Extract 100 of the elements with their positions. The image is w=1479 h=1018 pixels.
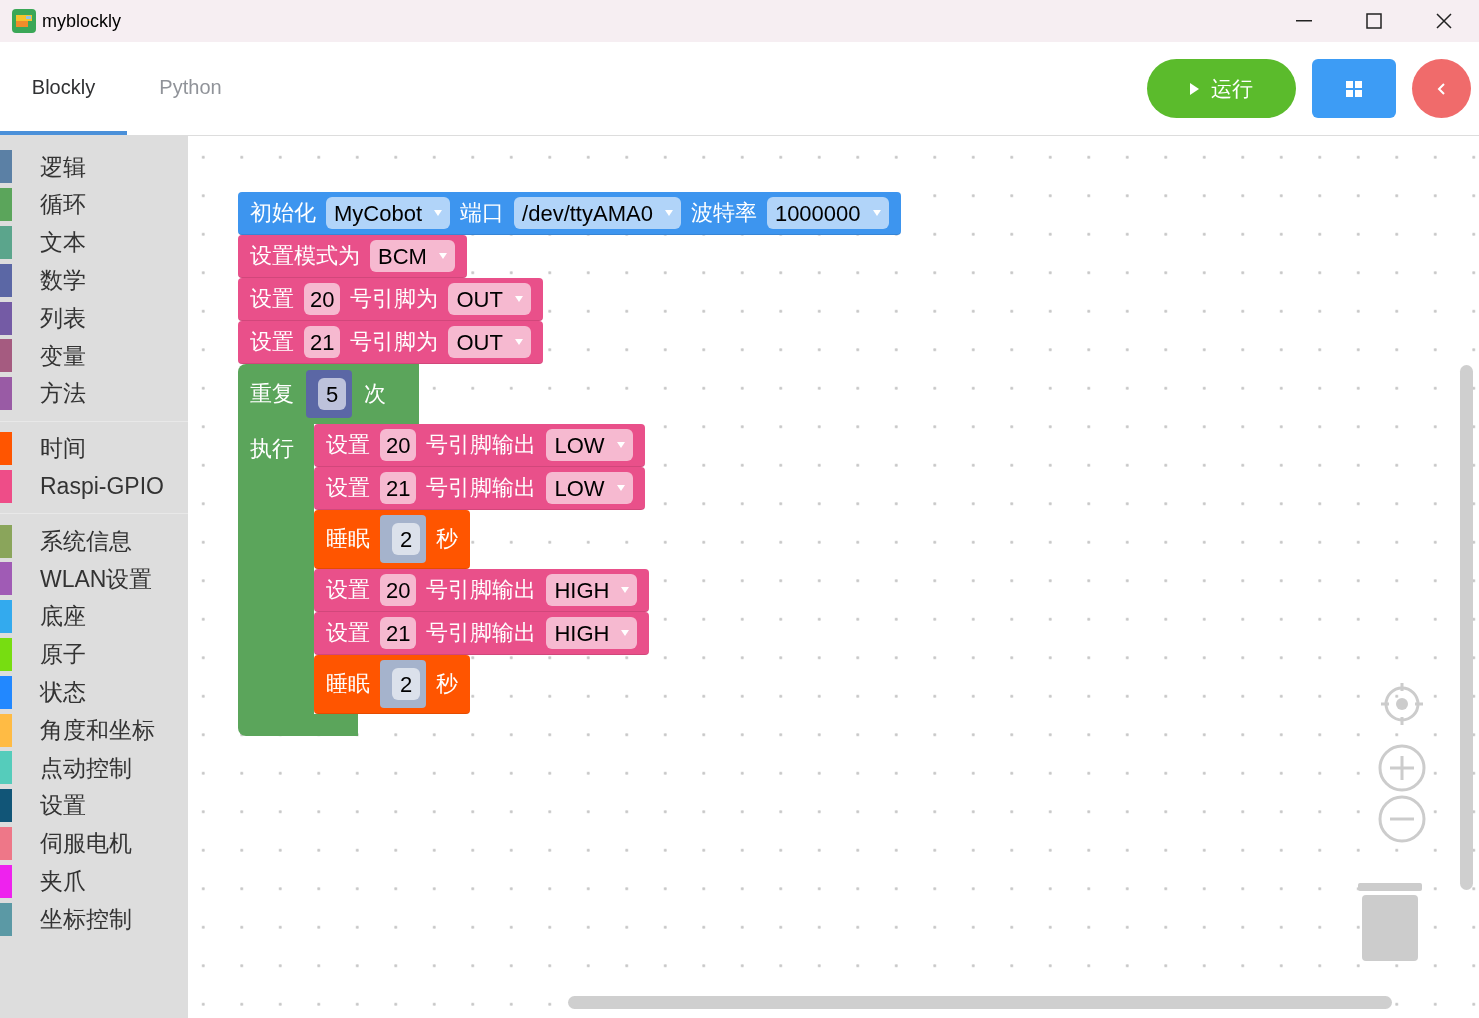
category-item[interactable]: 角度和坐标 bbox=[40, 712, 155, 748]
zoom-in-icon[interactable] bbox=[1378, 744, 1426, 792]
block-label: 号引脚输出 bbox=[426, 622, 537, 644]
category-item[interactable]: 时间 bbox=[40, 431, 86, 466]
block-dropdown[interactable]: LOW bbox=[546, 472, 633, 504]
category-item[interactable]: WLAN设置 bbox=[40, 561, 153, 597]
grid-icon bbox=[1346, 80, 1362, 97]
caret-icon bbox=[621, 587, 630, 593]
caret-icon bbox=[872, 210, 881, 216]
category-item[interactable]: 坐标控制 bbox=[40, 901, 132, 937]
number-field[interactable]: 20 bbox=[304, 283, 341, 315]
caret-icon bbox=[514, 339, 523, 345]
category-item[interactable]: 文本 bbox=[40, 225, 86, 260]
category-item[interactable]: 夹爪 bbox=[40, 864, 86, 899]
block-dropdown[interactable]: /dev/ttyAMA0 bbox=[514, 197, 681, 229]
caret-icon bbox=[438, 253, 447, 259]
number-block[interactable]: 2 bbox=[380, 660, 427, 708]
code-block[interactable]: 设置 21 号引脚为 OUT bbox=[238, 321, 543, 364]
code-block[interactable]: 设置 21 号引脚输出 HIGH bbox=[314, 612, 650, 655]
block-label: 睡眠 bbox=[326, 673, 370, 695]
block-label: 初始化 bbox=[250, 202, 316, 224]
block-label: 端口 bbox=[460, 202, 505, 224]
code-block[interactable]: 设置 20 号引脚输出 LOW bbox=[314, 424, 645, 467]
block-label: 设置模式为 bbox=[250, 245, 360, 267]
block-label: 执行 bbox=[250, 436, 294, 461]
category-item[interactable]: 点动控制 bbox=[40, 750, 132, 786]
number-field[interactable]: 20 bbox=[380, 574, 417, 606]
trash-icon[interactable] bbox=[1358, 881, 1422, 963]
number-field[interactable]: 21 bbox=[380, 472, 417, 504]
category-item[interactable]: 方法 bbox=[40, 376, 86, 411]
code-block[interactable]: 睡眠 2 秒 bbox=[314, 510, 471, 569]
category-item[interactable]: Raspi-GPIO bbox=[40, 469, 164, 504]
horizontal-scrollbar[interactable] bbox=[568, 996, 1392, 1009]
code-block[interactable]: 设置 20 号引脚为 OUT bbox=[238, 278, 543, 321]
caret-icon bbox=[616, 442, 625, 448]
caret-icon bbox=[616, 485, 625, 491]
block-label: 秒 bbox=[436, 528, 459, 550]
category-item[interactable]: 系统信息 bbox=[40, 523, 132, 559]
category-item[interactable]: 循环 bbox=[40, 187, 86, 222]
repeat-block-header[interactable]: 重复 5 次 bbox=[238, 364, 419, 424]
category-item[interactable]: 逻辑 bbox=[40, 149, 86, 185]
block-label: 设置 bbox=[326, 477, 370, 499]
block-label: 设置 bbox=[250, 331, 294, 353]
app-logo-icon bbox=[12, 9, 36, 33]
category-item[interactable]: 伺服电机 bbox=[40, 826, 132, 861]
block-label: 重复 bbox=[250, 383, 294, 405]
vertical-scrollbar[interactable] bbox=[1460, 365, 1473, 890]
number-field[interactable]: 5 bbox=[318, 378, 347, 410]
zoom-out-icon[interactable] bbox=[1378, 795, 1426, 843]
number-field[interactable]: 21 bbox=[304, 326, 341, 358]
block-dropdown[interactable]: HIGH bbox=[546, 617, 638, 649]
maximize-icon bbox=[1366, 13, 1382, 29]
number-field[interactable]: 21 bbox=[380, 617, 417, 649]
category-item[interactable]: 列表 bbox=[40, 300, 86, 336]
caret-icon bbox=[664, 210, 673, 216]
number-block[interactable]: 2 bbox=[380, 515, 427, 563]
close-icon bbox=[1436, 13, 1452, 29]
block-label: 睡眠 bbox=[326, 528, 370, 550]
code-block[interactable]: 设置模式为 BCM bbox=[238, 235, 467, 278]
block-label: 设置 bbox=[326, 579, 370, 601]
category-item[interactable]: 数学 bbox=[40, 263, 86, 298]
caret-icon bbox=[514, 296, 523, 302]
block-dropdown[interactable]: HIGH bbox=[546, 574, 638, 606]
repeat-block-foot[interactable] bbox=[238, 714, 358, 736]
caret-icon bbox=[434, 210, 443, 216]
grid-button[interactable] bbox=[1312, 59, 1396, 118]
number-field[interactable]: 2 bbox=[392, 523, 421, 555]
block-label: 号引脚输出 bbox=[426, 434, 537, 456]
block-dropdown[interactable]: LOW bbox=[546, 429, 633, 461]
code-block[interactable]: 初始化 MyCobot 端口 /dev/ttyAMA0 波特率 1000000 bbox=[238, 192, 901, 235]
code-block[interactable]: 设置 21 号引脚输出 LOW bbox=[314, 467, 645, 510]
minimize-icon bbox=[1296, 20, 1312, 22]
block-dropdown[interactable]: 1000000 bbox=[766, 197, 889, 229]
block-label: 号引脚为 bbox=[350, 331, 439, 353]
play-icon bbox=[1190, 82, 1199, 95]
category-item[interactable]: 状态 bbox=[40, 675, 86, 710]
block-label: 号引脚输出 bbox=[426, 477, 537, 499]
category-item[interactable]: 变量 bbox=[40, 338, 86, 374]
block-label: 号引脚为 bbox=[350, 288, 439, 310]
number-block[interactable]: 5 bbox=[306, 370, 353, 418]
caret-icon bbox=[621, 630, 630, 636]
chevron-left-icon bbox=[1436, 81, 1447, 96]
code-block[interactable]: 睡眠 2 秒 bbox=[314, 655, 471, 714]
block-label: 秒 bbox=[436, 673, 459, 695]
block-label: 次 bbox=[364, 383, 387, 405]
block-label: 设置 bbox=[326, 434, 370, 456]
block-dropdown[interactable]: OUT bbox=[448, 326, 531, 358]
recenter-icon[interactable] bbox=[1379, 681, 1425, 727]
block-label: 号引脚输出 bbox=[426, 579, 537, 601]
category-item[interactable]: 原子 bbox=[40, 637, 86, 672]
code-block[interactable]: 设置 20 号引脚输出 HIGH bbox=[314, 569, 650, 612]
category-item[interactable]: 设置 bbox=[40, 788, 86, 823]
block-dropdown[interactable]: OUT bbox=[448, 283, 531, 315]
block-label: 设置 bbox=[326, 622, 370, 644]
block-dropdown[interactable]: MyCobot bbox=[326, 197, 451, 229]
number-field[interactable]: 2 bbox=[392, 668, 421, 700]
block-dropdown[interactable]: BCM bbox=[370, 240, 455, 272]
category-item[interactable]: 底座 bbox=[40, 599, 86, 634]
block-label: 设置 bbox=[250, 288, 294, 310]
number-field[interactable]: 20 bbox=[380, 429, 417, 461]
